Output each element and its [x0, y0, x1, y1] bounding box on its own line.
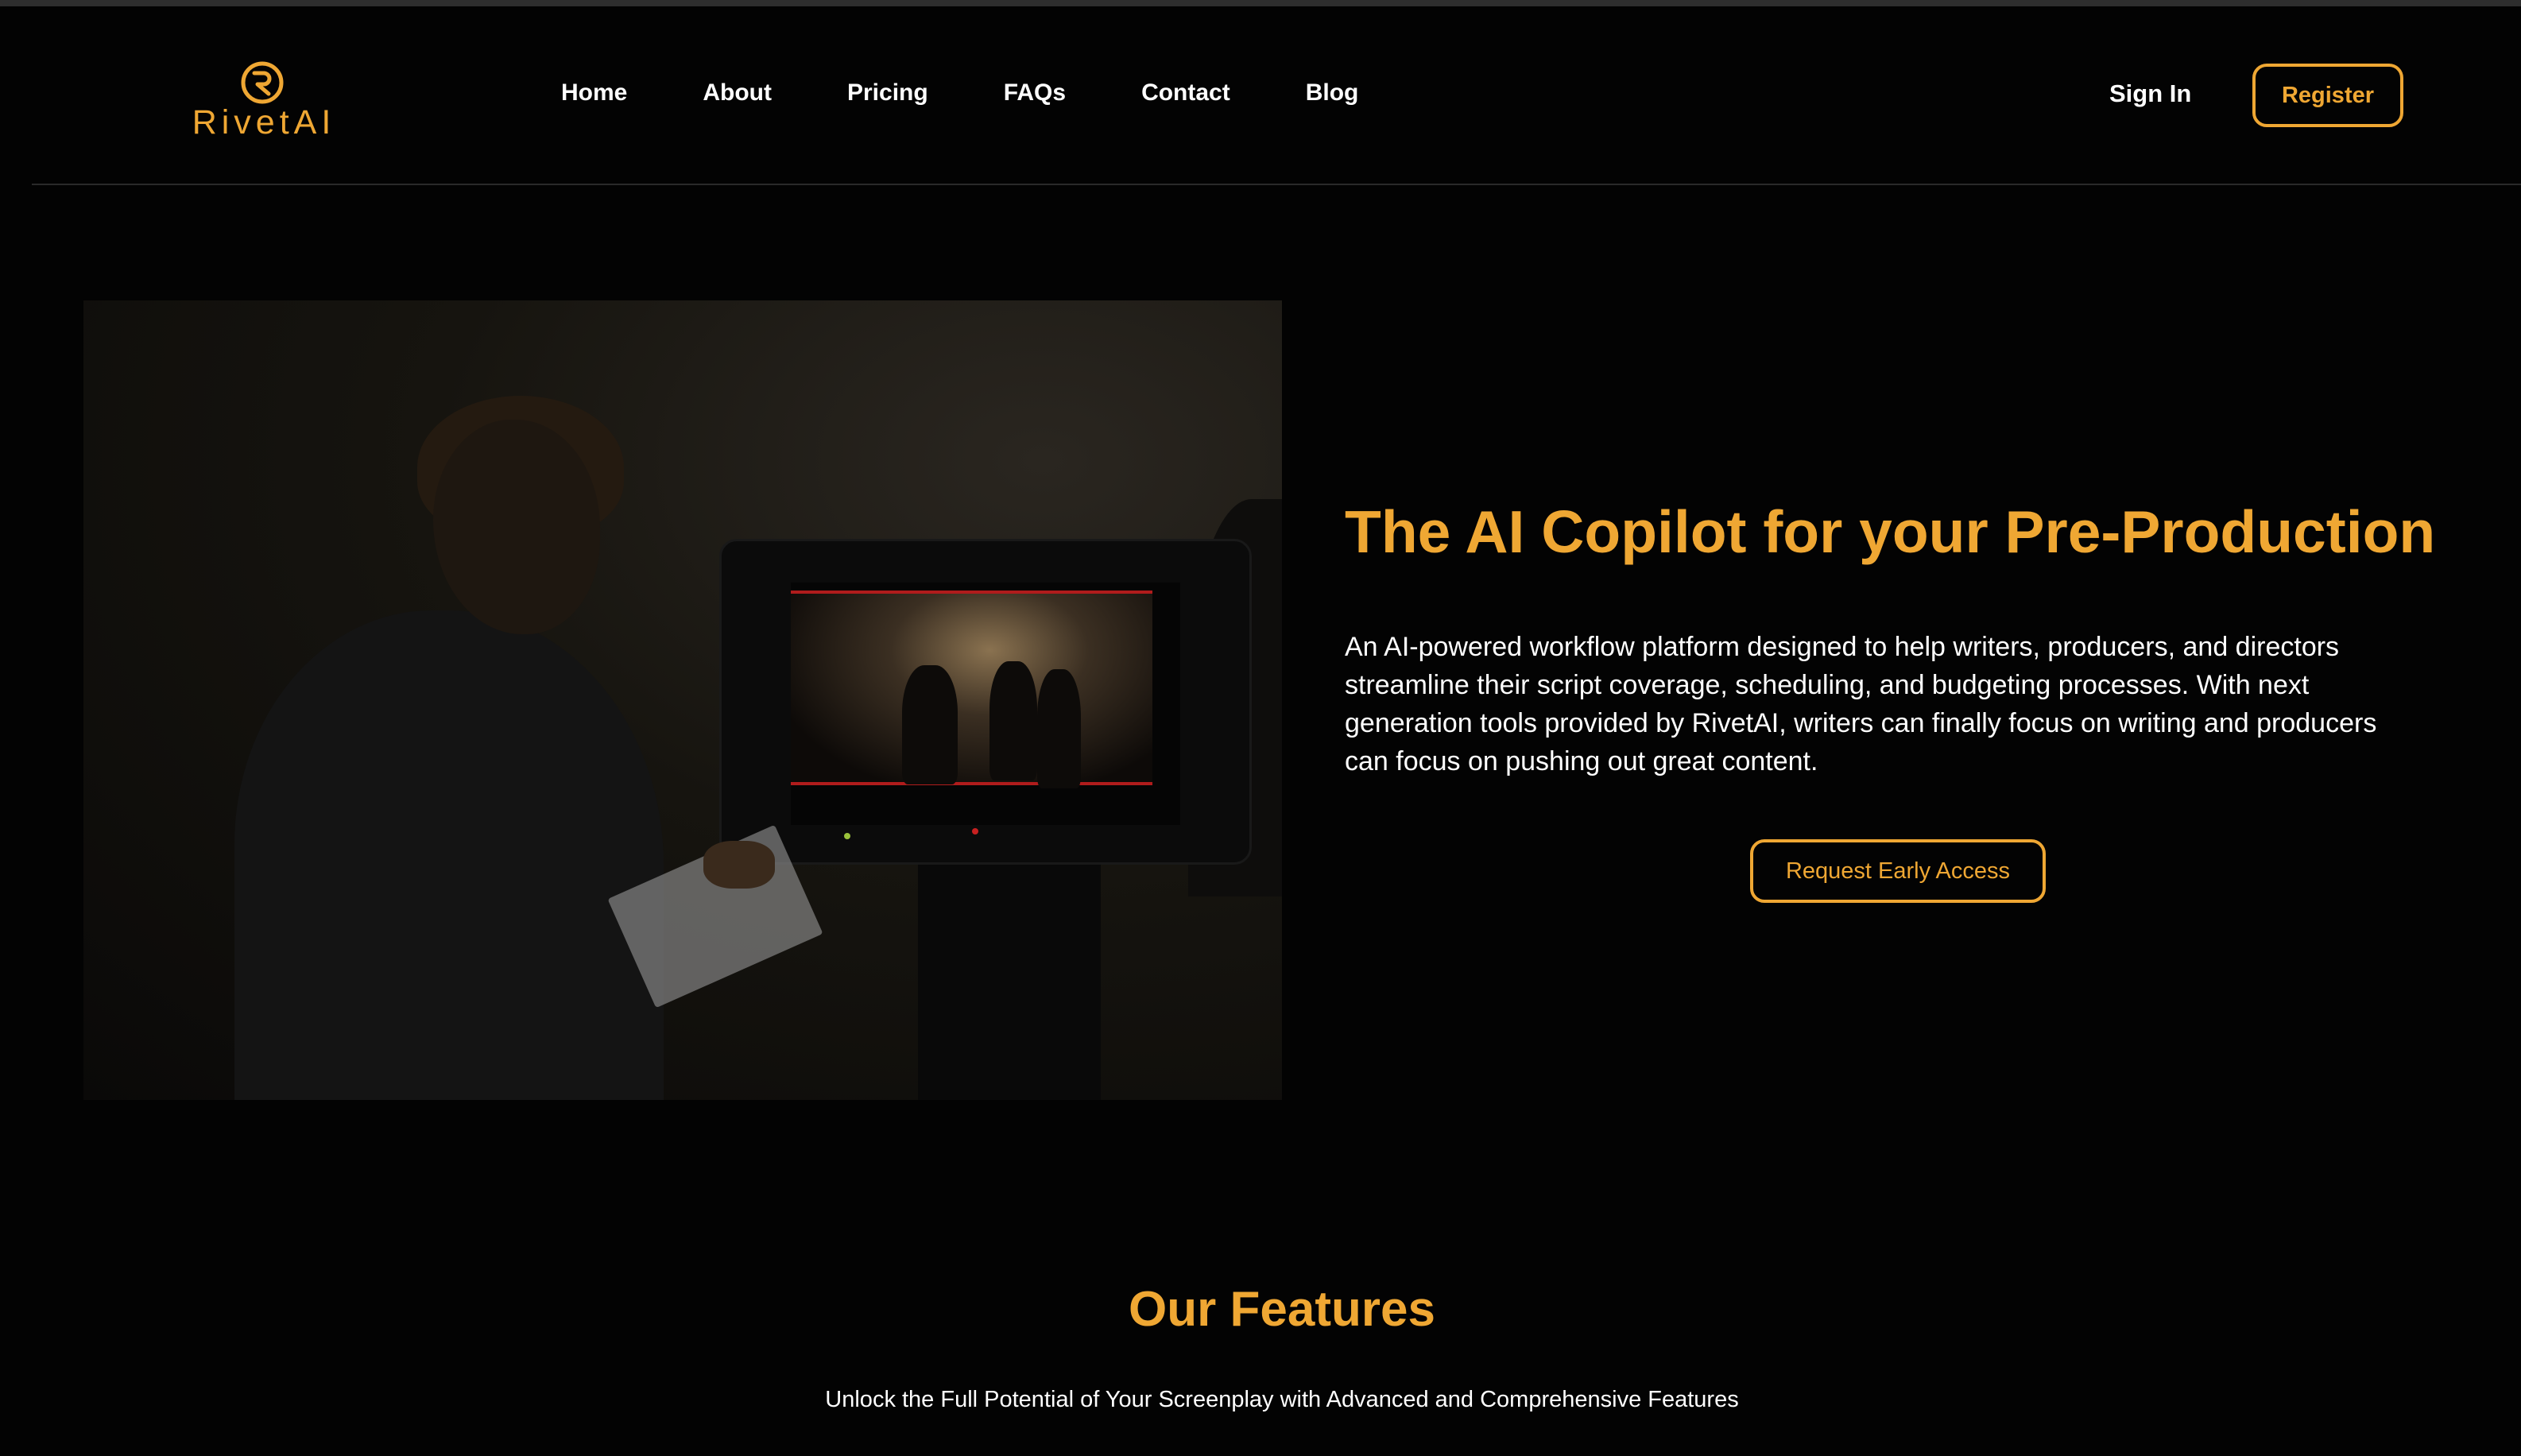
register-button[interactable]: Register	[2252, 64, 2403, 127]
monitor-stand	[918, 865, 1101, 1100]
nav-home-link[interactable]: Home	[561, 79, 627, 106]
nav-blog-link[interactable]: Blog	[1306, 79, 1359, 106]
main-menu: Home About Pricing FAQs Contact Blog	[561, 79, 1358, 106]
navbar-divider	[32, 184, 2521, 185]
hero-title: The AI Copilot for your Pre-Production	[1345, 498, 2436, 565]
scene-figure	[1037, 669, 1081, 788]
nav-pricing-link[interactable]: Pricing	[847, 79, 928, 106]
hero-image-film-set	[83, 300, 1282, 1100]
rivetai-logo-icon	[241, 61, 284, 104]
hero-description: An AI-powered workflow platform designed…	[1345, 632, 2377, 776]
nav-about-link[interactable]: About	[703, 79, 772, 106]
status-led	[972, 828, 978, 834]
nav-contact-link[interactable]: Contact	[1141, 79, 1230, 106]
brand-name: RivetAI	[192, 103, 336, 141]
scene-figure	[989, 661, 1037, 780]
person-silhouette	[234, 610, 664, 1100]
scene-figure	[902, 665, 958, 784]
brand-logo[interactable]: RivetAI	[186, 60, 342, 148]
nav-faqs-link[interactable]: FAQs	[1004, 79, 1066, 106]
request-early-access-button[interactable]: Request Early Access	[1750, 839, 2046, 903]
person-head	[433, 420, 600, 634]
top-navbar: RivetAI Home About Pricing FAQs Contact …	[0, 6, 2521, 184]
person-hand	[703, 841, 775, 889]
features-title: Our Features	[1129, 1282, 1435, 1337]
monitor-picture	[791, 591, 1152, 788]
status-led	[844, 833, 850, 839]
features-subtitle: Unlock the Full Potential of Your Screen…	[825, 1387, 1739, 1412]
browser-top-strip	[0, 0, 2521, 6]
sign-in-link[interactable]: Sign In	[2109, 79, 2191, 108]
